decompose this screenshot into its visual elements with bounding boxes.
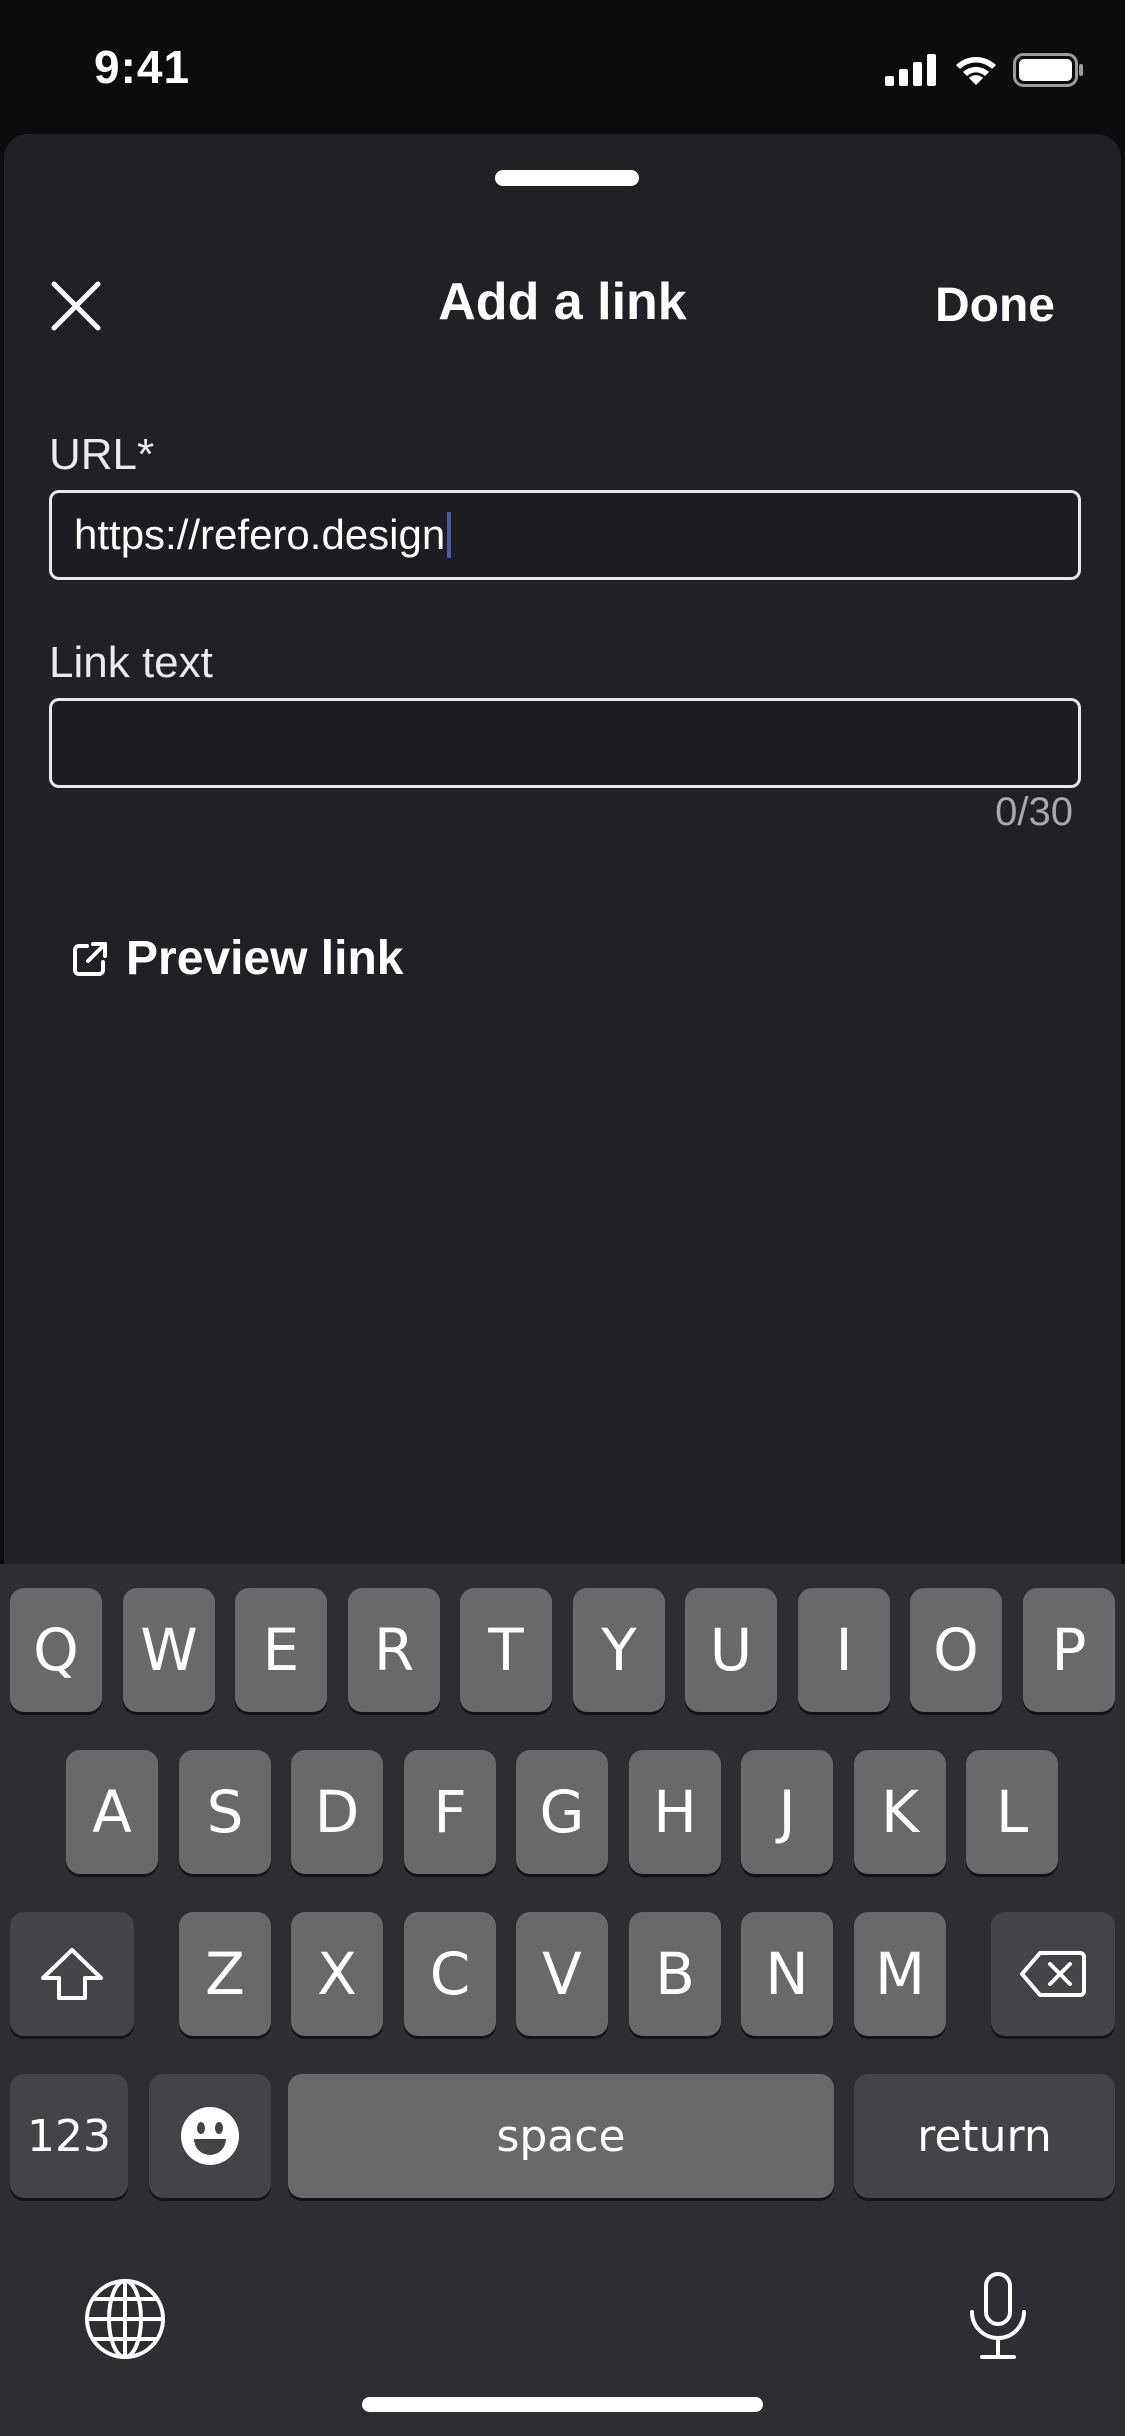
- key-x[interactable]: X: [291, 1912, 383, 2036]
- external-link-icon: [73, 941, 107, 976]
- space-key-label: space: [496, 2110, 626, 2162]
- character-counter: 0/30: [995, 790, 1073, 834]
- backspace-key[interactable]: [991, 1912, 1115, 2036]
- sheet-grabber[interactable]: [495, 170, 639, 186]
- status-bar: 9:41: [0, 0, 1125, 134]
- key-p[interactable]: P: [1023, 1588, 1115, 1712]
- status-icons: [885, 50, 1085, 90]
- url-input[interactable]: https://refero.design: [49, 490, 1081, 580]
- key-q[interactable]: Q: [10, 1588, 102, 1712]
- key-a[interactable]: A: [66, 1750, 158, 1874]
- shift-icon: [41, 1948, 103, 2000]
- preview-link-button[interactable]: Preview link: [70, 931, 403, 986]
- key-y[interactable]: Y: [573, 1588, 665, 1712]
- key-d[interactable]: D: [291, 1750, 383, 1874]
- key-n[interactable]: N: [741, 1912, 833, 2036]
- key-u[interactable]: U: [685, 1588, 777, 1712]
- backspace-icon: [1020, 1951, 1086, 1997]
- numbers-key-label: 123: [27, 2110, 111, 2162]
- close-icon: [51, 281, 101, 331]
- link-text-label: Link text: [49, 638, 213, 687]
- key-t[interactable]: T: [460, 1588, 552, 1712]
- close-button[interactable]: [38, 268, 114, 344]
- key-m[interactable]: M: [854, 1912, 946, 2036]
- return-key[interactable]: return: [854, 2074, 1115, 2198]
- numbers-key[interactable]: 123: [10, 2074, 128, 2198]
- key-v[interactable]: V: [516, 1912, 608, 2036]
- microphone-icon: [970, 2272, 1026, 2359]
- key-i[interactable]: I: [798, 1588, 890, 1712]
- status-time: 9:41: [94, 41, 191, 93]
- home-indicator: [362, 2397, 763, 2412]
- key-h[interactable]: H: [629, 1750, 721, 1874]
- key-c[interactable]: C: [404, 1912, 496, 2036]
- link-text-input[interactable]: [49, 698, 1081, 788]
- return-key-label: return: [917, 2110, 1052, 2162]
- space-key[interactable]: space: [288, 2074, 834, 2198]
- wifi-icon: [956, 57, 996, 85]
- emoji-key[interactable]: [149, 2074, 271, 2198]
- key-k[interactable]: K: [854, 1750, 946, 1874]
- key-f[interactable]: F: [404, 1750, 496, 1874]
- key-o[interactable]: O: [910, 1588, 1002, 1712]
- key-e[interactable]: E: [235, 1588, 327, 1712]
- battery-icon: [1013, 53, 1083, 87]
- done-button[interactable]: Done: [935, 278, 1055, 333]
- cellular-signal-icon: [885, 54, 936, 86]
- key-r[interactable]: R: [348, 1588, 440, 1712]
- url-value: https://refero.design: [74, 511, 446, 558]
- shift-key[interactable]: [10, 1912, 134, 2036]
- key-l[interactable]: L: [966, 1750, 1058, 1874]
- microphone-button[interactable]: [958, 2268, 1038, 2364]
- url-label: URL*: [49, 430, 155, 479]
- key-z[interactable]: Z: [179, 1912, 271, 2036]
- globe-button[interactable]: [82, 2276, 168, 2362]
- globe-icon: [85, 2279, 165, 2359]
- add-link-sheet: Add a link Done URL* https://refero.desi…: [4, 134, 1121, 1564]
- keyboard: Q W E R T Y U I O P A S D F G H J K L Z …: [0, 1564, 1125, 2436]
- key-w[interactable]: W: [123, 1588, 215, 1712]
- key-j[interactable]: J: [741, 1750, 833, 1874]
- preview-link-label: Preview link: [126, 932, 404, 985]
- key-b[interactable]: B: [629, 1912, 721, 2036]
- text-caret: [447, 512, 452, 558]
- key-g[interactable]: G: [516, 1750, 608, 1874]
- emoji-icon: [181, 2107, 239, 2165]
- key-s[interactable]: S: [179, 1750, 271, 1874]
